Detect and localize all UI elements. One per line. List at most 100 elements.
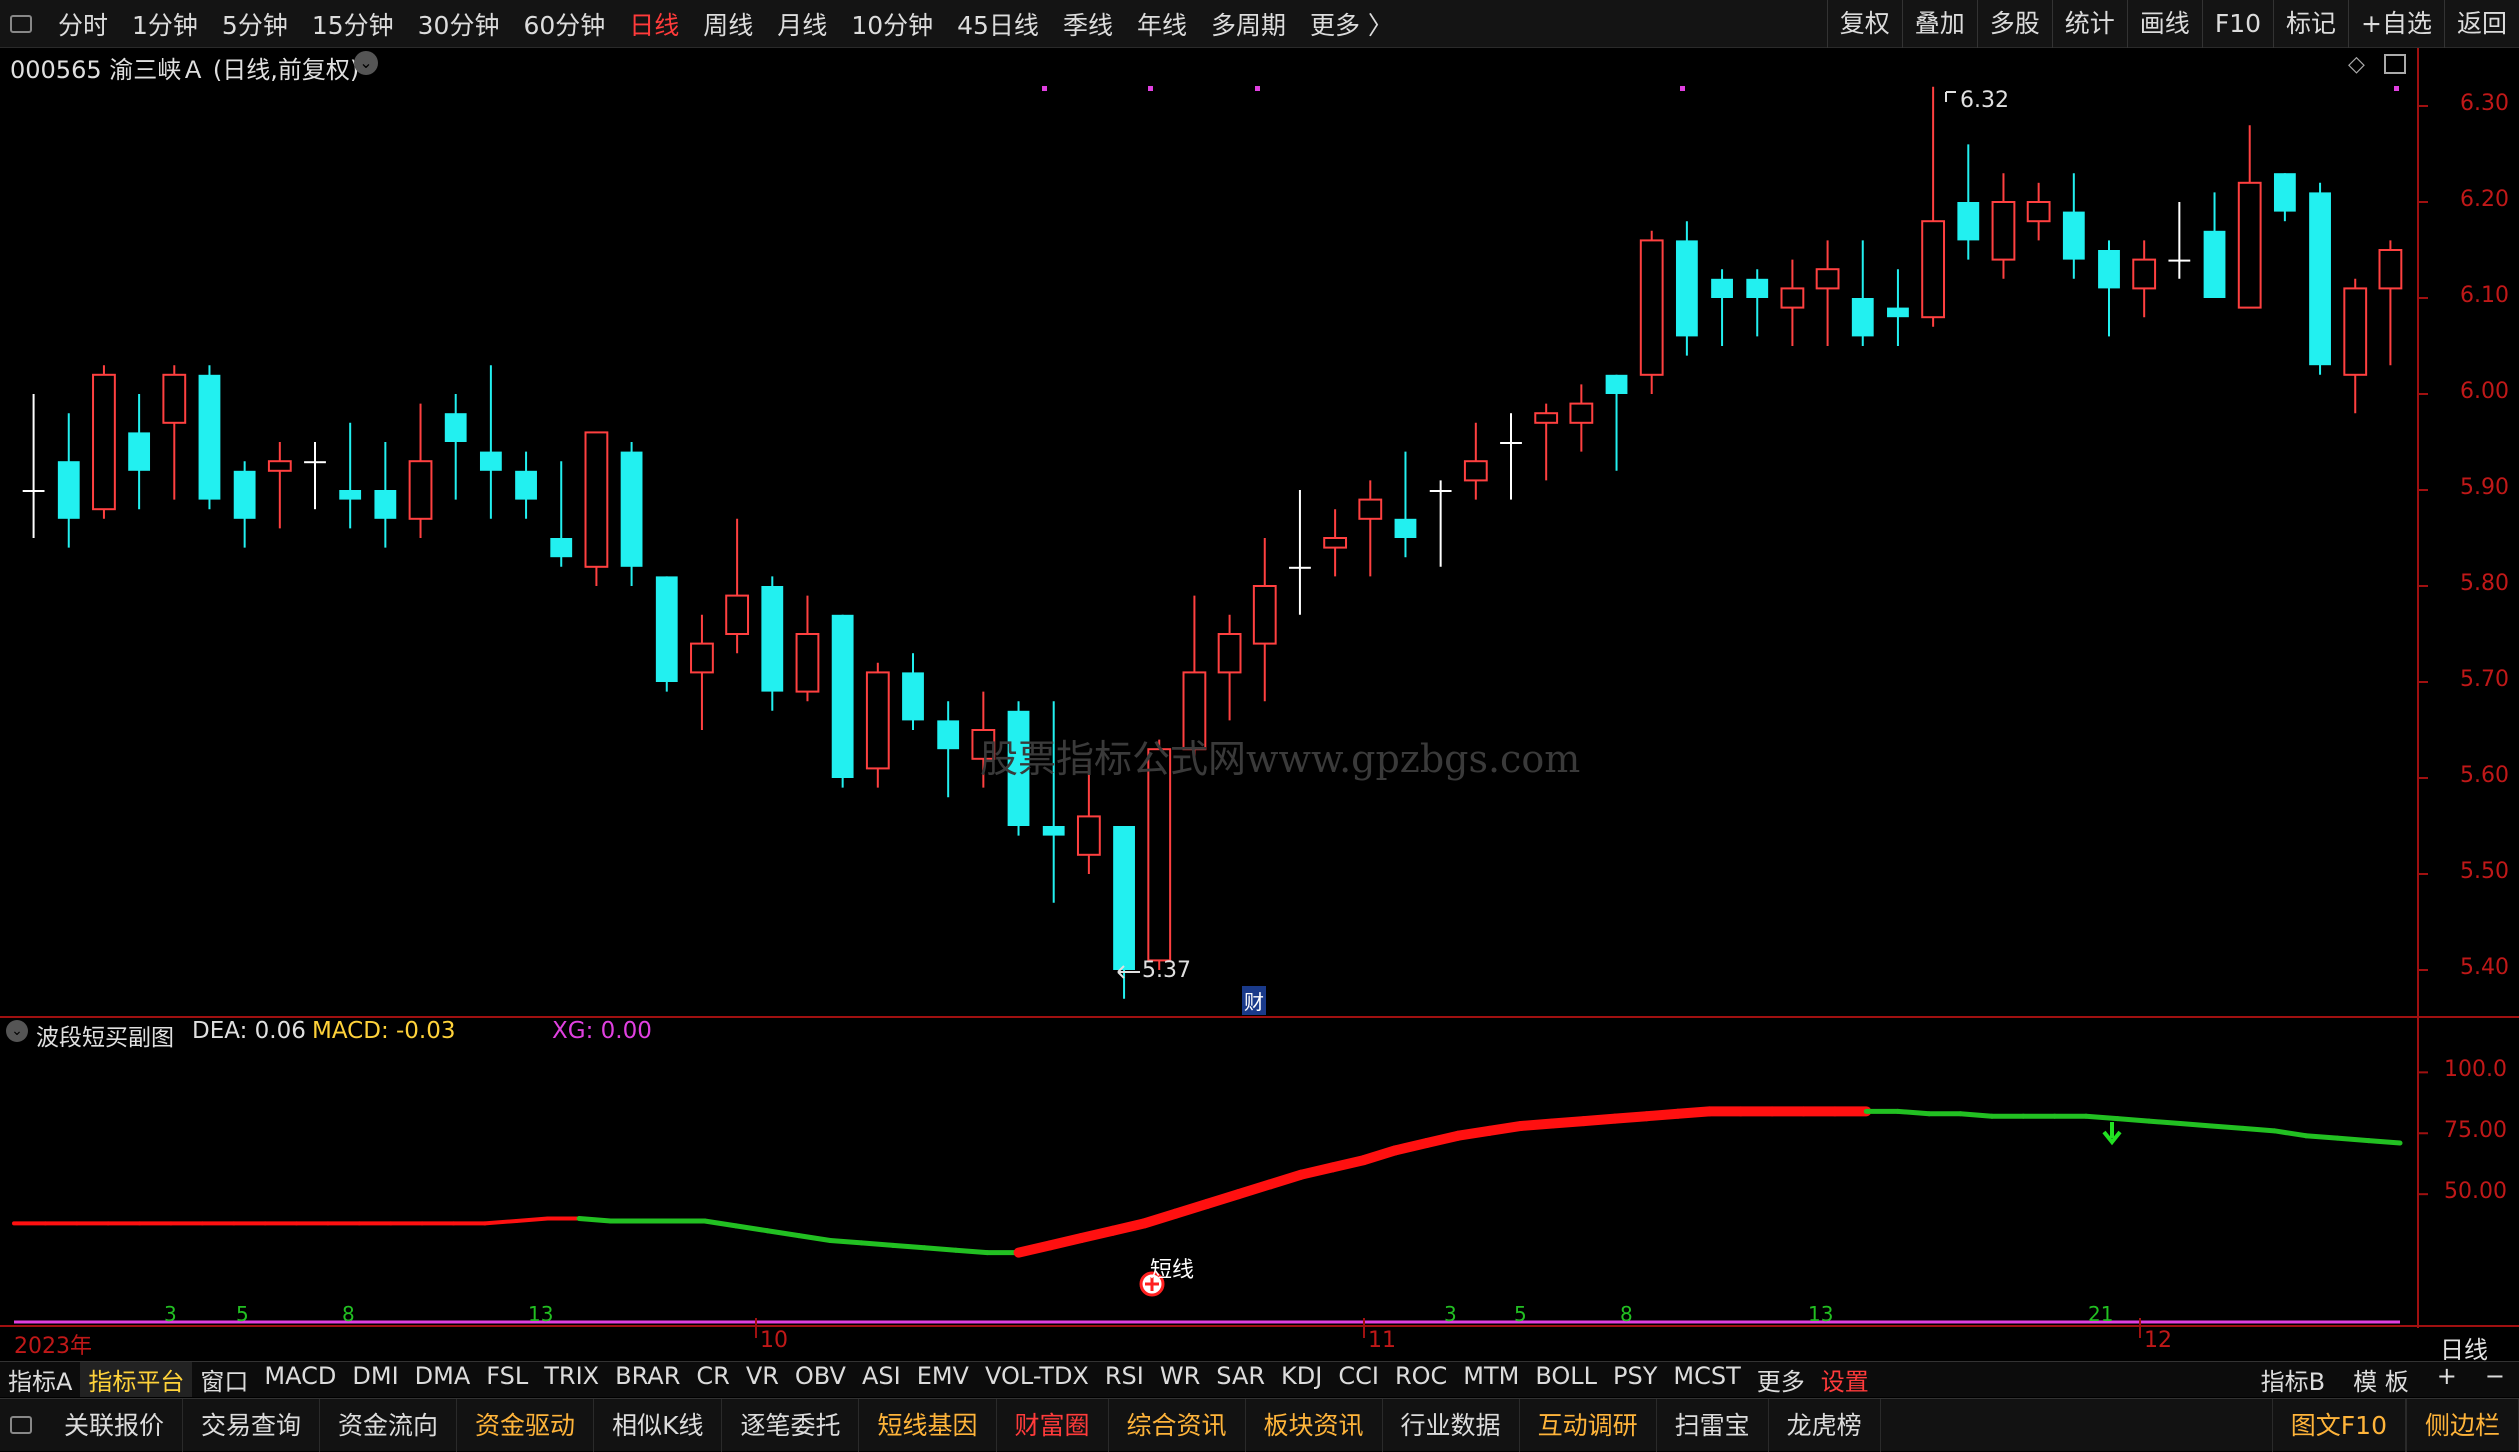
indicator-tab-13[interactable]: EMV (909, 1362, 977, 1397)
candle-body[interactable] (2132, 258, 2157, 290)
candle-body[interactable] (2203, 230, 2226, 298)
indicator-tab-17[interactable]: SAR (1208, 1362, 1273, 1397)
candle-body[interactable] (2237, 181, 2262, 309)
indicator-tab-7[interactable]: TRIX (536, 1362, 607, 1397)
candle-body[interactable] (267, 460, 292, 472)
candle-body[interactable] (1323, 537, 1348, 549)
period-tab-13[interactable]: 多周期 (1199, 6, 1298, 42)
candle-body[interactable] (92, 373, 116, 511)
candle-body[interactable] (233, 470, 256, 519)
candle-body[interactable] (1289, 566, 1311, 569)
window-menu-icon[interactable] (10, 14, 32, 33)
indicator-tab-22[interactable]: BOLL (1527, 1362, 1605, 1397)
candle-body[interactable] (584, 431, 609, 568)
period-tab-7[interactable]: 周线 (691, 6, 765, 42)
bottom-tab-11[interactable]: 互动调研 (1520, 1398, 1657, 1452)
bottom-tab-12[interactable]: 扫雷宝 (1657, 1398, 1769, 1452)
indicator-tab-24[interactable]: MCST (1665, 1362, 1748, 1397)
toolbar-button-4[interactable]: 画线 (2126, 0, 2202, 48)
period-tab-12[interactable]: 年线 (1125, 6, 1199, 42)
indicator-right-button-2[interactable]: + (2423, 1362, 2471, 1397)
candle-body[interactable] (1675, 240, 1698, 337)
candle-body[interactable] (2168, 259, 2191, 262)
candle-body[interactable] (374, 490, 397, 519)
candle-body[interactable] (2378, 249, 2403, 290)
candle-body[interactable] (2309, 192, 2331, 366)
bottom-tab-7[interactable]: 财富圈 (997, 1398, 1109, 1452)
toolbar-button-7[interactable]: +自选 (2348, 0, 2444, 48)
toolbar-button-6[interactable]: 标记 (2273, 0, 2348, 48)
candle-body[interactable] (865, 671, 890, 770)
panel-toggle-icon[interactable] (2384, 54, 2406, 74)
candle-body[interactable] (550, 538, 573, 558)
bottom-tab-10[interactable]: 行业数据 (1383, 1398, 1520, 1452)
candle-body[interactable] (1569, 402, 1594, 424)
candle-body[interactable] (339, 490, 362, 500)
candle-body[interactable] (2343, 287, 2368, 376)
bottom-tab-3[interactable]: 资金驱动 (457, 1398, 595, 1452)
indicator-tab-19[interactable]: CCI (1330, 1362, 1387, 1397)
period-tab-6[interactable]: 日线 (617, 6, 691, 42)
candle-body[interactable] (57, 461, 80, 519)
diamond-icon[interactable]: ◇ (2348, 52, 2365, 77)
candle-body[interactable] (1534, 412, 1559, 424)
indicator-tab-14[interactable]: VOL-TDX (977, 1362, 1097, 1397)
indicator-tab-3[interactable]: MACD (256, 1362, 344, 1397)
indicator-tab-4[interactable]: DMI (344, 1362, 406, 1397)
bottom-tab-1[interactable]: 交易查询 (183, 1398, 321, 1452)
candle-body[interactable] (22, 490, 45, 492)
candle-body[interactable] (655, 576, 678, 682)
indicator-right-button-3[interactable]: − (2471, 1362, 2519, 1397)
candle-body[interactable] (1429, 490, 1452, 492)
period-tab-2[interactable]: 5分钟 (210, 6, 300, 42)
period-tab-9[interactable]: 10分钟 (839, 6, 945, 42)
candle-body[interactable] (1605, 374, 1628, 394)
candle-body[interactable] (2062, 211, 2085, 260)
candle-body[interactable] (128, 432, 151, 471)
candle-body[interactable] (479, 451, 502, 471)
candle-body[interactable] (690, 642, 714, 674)
candle-body[interactable] (1042, 826, 1065, 836)
candle-body[interactable] (761, 586, 784, 692)
period-tab-10[interactable]: 45日线 (945, 6, 1051, 42)
bottom-tab-5[interactable]: 逐笔委托 (722, 1398, 860, 1452)
candle-body[interactable] (1991, 201, 2016, 261)
period-tab-11[interactable]: 季线 (1051, 6, 1125, 42)
bottom-tab-2[interactable]: 资金流向 (320, 1398, 458, 1452)
candle-body[interactable] (620, 451, 643, 567)
bottom-right-button-1[interactable]: 侧边栏 (2405, 1398, 2519, 1452)
bottom-tab-0[interactable]: 关联报价 (46, 1398, 184, 1452)
indicator-tab-10[interactable]: VR (738, 1362, 787, 1397)
indicator-tab-25[interactable]: 更多 (1749, 1362, 1813, 1397)
indicator-tab-9[interactable]: CR (688, 1362, 737, 1397)
period-tab-14[interactable]: 更多 〉 (1298, 6, 1405, 42)
indicator-tab-2[interactable]: 窗口 (192, 1362, 256, 1397)
indicator-right-button-0[interactable]: 指标B (2247, 1362, 2339, 1397)
candle-body[interactable] (1957, 202, 1980, 241)
candle-body[interactable] (1921, 220, 1946, 319)
kline-chart[interactable] (0, 48, 2519, 1338)
indicator-tab-5[interactable]: DMA (407, 1362, 479, 1397)
candle-body[interactable] (304, 461, 326, 464)
bottom-tab-13[interactable]: 龙虎榜 (1769, 1398, 1881, 1452)
candle-body[interactable] (1851, 298, 1874, 337)
indicator-tab-0[interactable]: 指标A (0, 1362, 80, 1397)
period-tab-4[interactable]: 30分钟 (406, 6, 512, 42)
candle-body[interactable] (408, 460, 433, 520)
bottom-tab-4[interactable]: 相似K线 (594, 1398, 723, 1452)
indicator-tab-20[interactable]: ROC (1387, 1362, 1455, 1397)
candle-body[interactable] (198, 374, 221, 500)
indicator-tab-15[interactable]: RSI (1097, 1362, 1152, 1397)
bottom-right-button-0[interactable]: 图文F10 (2271, 1398, 2406, 1452)
toolbar-button-1[interactable]: 叠加 (1901, 0, 1977, 48)
candle-body[interactable] (1500, 442, 1522, 444)
candle-body[interactable] (1780, 287, 1805, 309)
indicator-tab-1[interactable]: 指标平台 (80, 1362, 193, 1397)
candle-body[interactable] (1217, 633, 1242, 674)
title-dropdown-icon[interactable]: ⌄ (354, 51, 378, 75)
candle-body[interactable] (937, 720, 960, 750)
indicator-right-button-1[interactable]: 模 板 (2339, 1362, 2423, 1397)
period-tab-3[interactable]: 15分钟 (300, 6, 406, 42)
indicator-tab-21[interactable]: MTM (1455, 1362, 1527, 1397)
financial-report-marker[interactable]: 财 (1242, 986, 1266, 1015)
